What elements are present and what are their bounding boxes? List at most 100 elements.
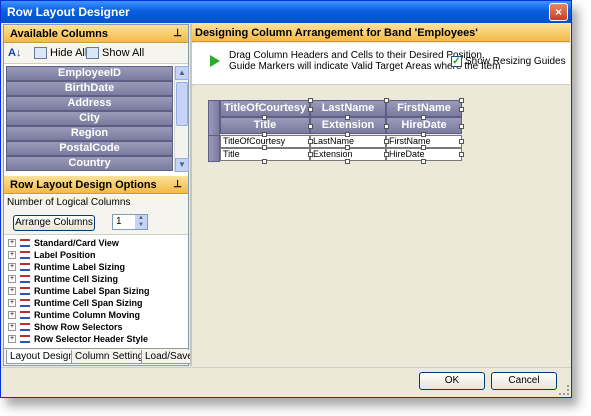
scroll-up-icon[interactable]: ▲ (175, 66, 189, 80)
scroll-down-icon[interactable]: ▼ (175, 158, 189, 172)
option-icon (20, 263, 30, 271)
resize-handle[interactable] (262, 145, 267, 150)
resize-handle[interactable] (459, 124, 464, 129)
column-item[interactable]: Country (6, 156, 173, 171)
resize-grip-icon[interactable] (559, 385, 569, 395)
logical-columns-label: Number of Logical Columns (7, 197, 131, 208)
resize-handle[interactable] (384, 152, 389, 157)
show-resizing-guides-label: Show Resizing Guides (465, 56, 566, 67)
resize-handle[interactable] (459, 139, 464, 144)
column-item[interactable]: Address (6, 96, 173, 111)
designer-header: Designing Column Arrangement for Band 'E… (192, 24, 570, 42)
option-icon (20, 251, 30, 259)
show-all-icon (86, 47, 99, 59)
resize-handle[interactable] (262, 159, 267, 164)
row-layout-designer-window: Row Layout Designer × Available Columns … (0, 0, 572, 398)
ok-button[interactable]: OK (419, 372, 485, 390)
resize-handle[interactable] (345, 145, 350, 150)
resize-handle[interactable] (459, 152, 464, 157)
resize-handle[interactable] (384, 139, 389, 144)
option-icon (20, 311, 30, 319)
option-icon (20, 299, 30, 307)
option-item[interactable]: + Runtime Cell Span Sizing (4, 297, 188, 309)
spin-up-icon[interactable]: ▲ (135, 215, 147, 222)
option-icon (20, 287, 30, 295)
arrange-columns-button[interactable]: Arrange Columns (13, 215, 95, 231)
expand-icon[interactable]: + (8, 263, 16, 271)
columns-scrollbar[interactable]: ▲ ▼ (174, 66, 189, 172)
resize-handle[interactable] (421, 132, 426, 137)
pin-icon[interactable]: ⊥ (173, 28, 182, 39)
resize-handle[interactable] (308, 124, 313, 129)
resize-handle[interactable] (345, 115, 350, 120)
resize-handle[interactable] (459, 98, 464, 103)
column-item[interactable]: EmployeeID (6, 66, 173, 81)
close-button[interactable]: × (549, 3, 568, 21)
resize-handle[interactable] (345, 159, 350, 164)
info-line-1: Drag Column Headers and Cells to their D… (229, 50, 485, 61)
expand-icon[interactable]: + (8, 239, 16, 247)
resize-handle[interactable] (421, 159, 426, 164)
option-icon (20, 275, 30, 283)
tab-layout-design[interactable]: Layout Design (6, 350, 78, 364)
resize-handle[interactable] (345, 132, 350, 137)
available-columns-header: Available Columns ⊥ (4, 25, 188, 43)
expand-icon[interactable]: + (8, 299, 16, 307)
column-item[interactable]: PostalCode (6, 141, 173, 156)
option-item[interactable]: + Row Selector Header Style (4, 333, 188, 345)
option-item[interactable]: + Show Row Selectors (4, 321, 188, 333)
option-item[interactable]: + Runtime Column Moving (4, 309, 188, 321)
logical-columns-stepper[interactable]: 1 ▲ ▼ (112, 214, 148, 230)
column-item[interactable]: Region (6, 126, 173, 141)
available-columns-title: Available Columns (10, 28, 109, 40)
option-item[interactable]: + Standard/Card View (4, 237, 188, 249)
resize-handle[interactable] (262, 132, 267, 137)
option-item[interactable]: + Runtime Cell Sizing (4, 273, 188, 285)
spin-down-icon[interactable]: ▼ (135, 222, 147, 229)
design-surface: TitleOfCourtesy LastName FirstName Title… (192, 86, 570, 366)
play-icon (210, 55, 220, 67)
designer-title: Designing Column Arrangement for Band 'E… (195, 27, 478, 39)
resize-handle[interactable] (262, 115, 267, 120)
resize-handle[interactable] (384, 98, 389, 103)
expand-icon[interactable]: + (8, 287, 16, 295)
cancel-button[interactable]: Cancel (491, 372, 557, 390)
window-title: Row Layout Designer (7, 5, 130, 19)
option-item[interactable]: + Runtime Label Span Sizing (4, 285, 188, 297)
column-item[interactable]: City (6, 111, 173, 126)
expand-icon[interactable]: + (8, 251, 16, 259)
options-tabs: Layout Design Column Settings Load/Save (4, 348, 197, 365)
option-icon (20, 239, 30, 247)
expand-icon[interactable]: + (8, 275, 16, 283)
tab-load-save[interactable]: Load/Save (141, 350, 197, 364)
resize-handle[interactable] (308, 107, 313, 112)
option-icon (20, 335, 30, 343)
resize-handle[interactable] (421, 115, 426, 120)
cell-row-selector (208, 135, 220, 162)
show-all-button[interactable]: Show All (102, 47, 144, 59)
hide-all-button[interactable]: Hide All (50, 47, 87, 59)
title-bar[interactable]: Row Layout Designer × (1, 1, 571, 23)
expand-icon[interactable]: + (8, 311, 16, 319)
pin-icon[interactable]: ⊥ (173, 179, 182, 190)
sort-az-icon[interactable]: A↓ (8, 47, 21, 59)
resize-handle[interactable] (308, 98, 313, 103)
expand-icon[interactable]: + (8, 323, 16, 331)
dialog-footer: OK Cancel (1, 367, 571, 397)
options-tree: + Standard/Card View + Label Position + Run… (4, 237, 188, 345)
expand-icon[interactable]: + (8, 335, 16, 343)
resize-handle[interactable] (308, 139, 313, 144)
resize-handle[interactable] (384, 124, 389, 129)
resize-handle[interactable] (421, 145, 426, 150)
columns-toolbar: A↓ Hide All Show All (4, 44, 188, 64)
scroll-thumb[interactable] (176, 82, 188, 126)
option-item[interactable]: + Runtime Label Sizing (4, 261, 188, 273)
logical-columns-section: Number of Logical Columns Arrange Column… (4, 195, 188, 235)
option-icon (20, 323, 30, 331)
resize-handle[interactable] (459, 107, 464, 112)
option-item[interactable]: + Label Position (4, 249, 188, 261)
header-row-selector (208, 100, 220, 136)
column-item[interactable]: BirthDate (6, 81, 173, 96)
show-resizing-guides-checkbox[interactable]: ✓ (451, 56, 462, 67)
resize-handle[interactable] (308, 152, 313, 157)
